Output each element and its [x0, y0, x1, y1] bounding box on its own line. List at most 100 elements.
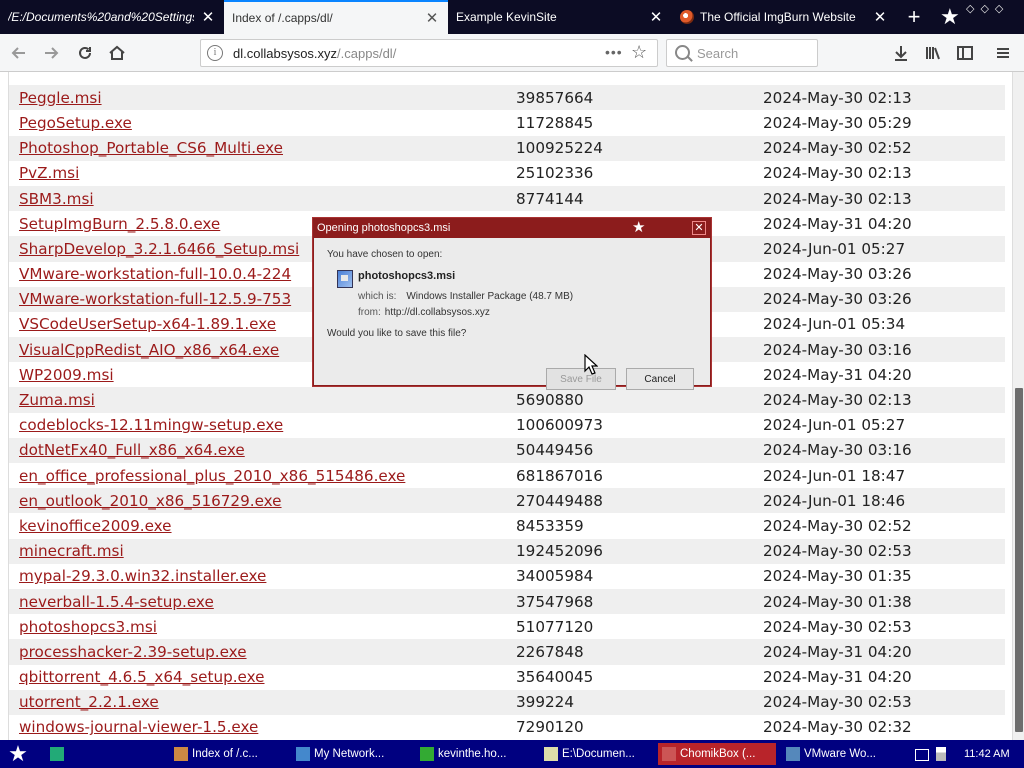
file-size: 39857664 [516, 88, 594, 107]
taskbar-item[interactable]: E:\Documen... [540, 743, 652, 765]
taskbar-item[interactable]: My Network... [292, 743, 410, 765]
tab-strip: /E:/Documents%20and%20Settings/V ✕ Index… [0, 0, 1024, 34]
file-link[interactable]: PvZ.msi [9, 164, 516, 182]
taskbar-item[interactable]: ChomikBox (... [658, 743, 776, 765]
file-date: 2024-May-30 03:16 [763, 441, 912, 460]
file-link[interactable]: Photoshop_Portable_CS6_Multi.exe [9, 139, 516, 157]
file-size: 7290120 [516, 718, 584, 737]
star-logo-icon: ★ [632, 219, 646, 236]
dialog-close-icon[interactable]: ✕ [692, 221, 706, 235]
back-arrow-icon[interactable] [6, 40, 32, 66]
document-icon [420, 747, 434, 761]
vertical-scrollbar[interactable] [1012, 72, 1024, 740]
file-date: 2024-Jun-01 05:34 [763, 315, 906, 334]
file-link[interactable]: en_office_professional_plus_2010_x86_515… [9, 467, 516, 485]
search-placeholder: Search [697, 46, 739, 61]
dialog-title: Opening photoshopcs3.msi [314, 219, 710, 238]
tab-example-kevinsite[interactable]: Example KevinSite ✕ [448, 0, 672, 34]
file-size: 5690880 [516, 391, 584, 410]
file-link[interactable]: processhacker-2.39-setup.exe [9, 643, 516, 661]
table-row: codeblocks-12.11mingw-setup.exe 100600973… [9, 413, 1005, 438]
keyboard-icon[interactable] [915, 749, 929, 761]
file-link[interactable]: PegoSetup.exe [9, 114, 516, 132]
file-size: 2267848 [516, 642, 584, 661]
file-link[interactable]: utorrent_2.2.1.exe [9, 693, 516, 711]
file-date: 2024-Jun-01 18:47 [763, 466, 906, 485]
taskbar-item-label: kevinthe.ho... [438, 748, 507, 760]
file-date: 2024-May-30 02:32 [763, 718, 912, 737]
info-icon[interactable]: i [207, 45, 223, 61]
table-row: PegoSetup.exe 11728845 2024-May-30 05:29 [9, 110, 1005, 135]
table-row: photoshopcs3.msi 51077120 2024-May-30 02:5… [9, 614, 1005, 639]
table-row: Peggle.msi 39857664 2024-May-30 02:13 [9, 85, 1005, 111]
which-label: which is: [358, 291, 397, 302]
url-text[interactable]: dl.collabsysos.xyz/.capps/dl/ [233, 46, 396, 61]
forward-arrow-icon[interactable] [38, 40, 64, 66]
file-date: 2024-May-30 02:52 [763, 139, 912, 158]
start-button[interactable]: ★ [0, 740, 36, 768]
file-date: 2024-May-30 01:38 [763, 592, 912, 611]
file-link[interactable]: mypal-29.3.0.win32.installer.exe [9, 567, 516, 585]
url-bar[interactable]: i dl.collabsysos.xyz/.capps/dl/ ••• ☆ [200, 39, 658, 67]
tab-close-icon[interactable]: ✕ [872, 8, 888, 26]
tab-index-of[interactable]: Index of /.capps/dl/ ✕ [224, 0, 448, 34]
tab-imgburn[interactable]: The Official ImgBurn Website ✕ [672, 0, 896, 34]
taskbar-item[interactable]: Index of /.c... [170, 743, 288, 765]
table-row: utorrent_2.2.1.exe 399224 2024-May-30 02:5… [9, 689, 1005, 715]
file-date: 2024-May-31 04:20 [763, 365, 912, 384]
gecko-icon [174, 747, 188, 761]
file-link[interactable]: minecraft.msi [9, 542, 516, 560]
file-link[interactable]: windows-journal-viewer-1.5.exe [9, 718, 516, 736]
file-link[interactable]: Peggle.msi [9, 89, 516, 107]
file-size: 192452096 [516, 542, 603, 561]
window-controls-icon[interactable]: ◇◇◇ [966, 2, 1009, 15]
page-actions-icon[interactable]: ••• [605, 44, 623, 60]
file-link[interactable]: dotNetFx40_Full_x86_x64.exe [9, 441, 516, 459]
reload-icon[interactable] [72, 40, 98, 66]
file-link[interactable]: Zuma.msi [9, 391, 516, 409]
file-link[interactable]: en_outlook_2010_x86_516729.exe [9, 492, 516, 510]
gecko-icon [50, 747, 64, 761]
taskbar-item-label: My Network... [314, 748, 385, 760]
file-size: 37547968 [516, 592, 594, 611]
file-link[interactable]: neverball-1.5.4-setup.exe [9, 593, 516, 611]
file-link[interactable]: kevinoffice2009.exe [9, 517, 516, 535]
table-row: Zuma.msi 5690880 2024-May-30 02:13 [9, 387, 1005, 413]
taskbar-item[interactable]: kevinthe.ho... [416, 743, 534, 765]
imgburn-favicon-icon [680, 10, 694, 24]
save-file-button[interactable]: Save File [546, 368, 616, 390]
file-link[interactable]: photoshopcs3.msi [9, 618, 516, 636]
file-link[interactable]: codeblocks-12.11mingw-setup.exe [9, 416, 516, 434]
tab-close-icon[interactable]: ✕ [424, 9, 440, 27]
tab-label: Index of /.capps/dl/ [232, 11, 333, 25]
url-path: /.capps/dl/ [337, 46, 397, 61]
home-icon[interactable] [104, 40, 130, 66]
search-input[interactable]: Search [666, 39, 818, 67]
cancel-button[interactable]: Cancel [626, 368, 694, 390]
url-host: dl.collabsysos.xyz [233, 46, 338, 61]
table-row: processhacker-2.39-setup.exe 2267848 2024-… [9, 639, 1005, 665]
file-date: 2024-May-30 02:13 [763, 88, 912, 107]
tab-close-icon[interactable]: ✕ [648, 8, 664, 26]
file-date: 2024-May-30 05:29 [763, 113, 912, 132]
file-date: 2024-May-30 02:13 [763, 189, 912, 208]
tab-documents[interactable]: /E:/Documents%20and%20Settings/V ✕ [0, 0, 224, 34]
library-icon[interactable] [920, 40, 946, 66]
scrollbar-thumb[interactable] [1015, 388, 1023, 732]
file-date: 2024-May-30 02:52 [763, 516, 912, 535]
taskbar-item[interactable]: VMware Wo... [782, 743, 898, 765]
file-date: 2024-May-31 04:20 [763, 642, 912, 661]
tab-close-icon[interactable]: ✕ [200, 8, 216, 26]
file-link[interactable]: qbittorrent_4.6.5_x64_setup.exe [9, 668, 516, 686]
clock: 11:42 AM [964, 748, 1010, 760]
file-size: 25102336 [516, 164, 594, 183]
download-arrow-icon[interactable] [888, 40, 914, 66]
bookmark-star-icon[interactable]: ☆ [631, 42, 647, 63]
new-tab-button[interactable]: + [900, 0, 928, 34]
file-link[interactable]: SBM3.msi [9, 190, 516, 208]
taskbar-item[interactable] [46, 743, 164, 765]
hamburger-menu-icon[interactable] [990, 40, 1016, 66]
system-tray: 11:42 AM [912, 740, 1024, 768]
volume-icon[interactable] [936, 747, 946, 761]
sidebar-icon[interactable] [952, 40, 978, 66]
